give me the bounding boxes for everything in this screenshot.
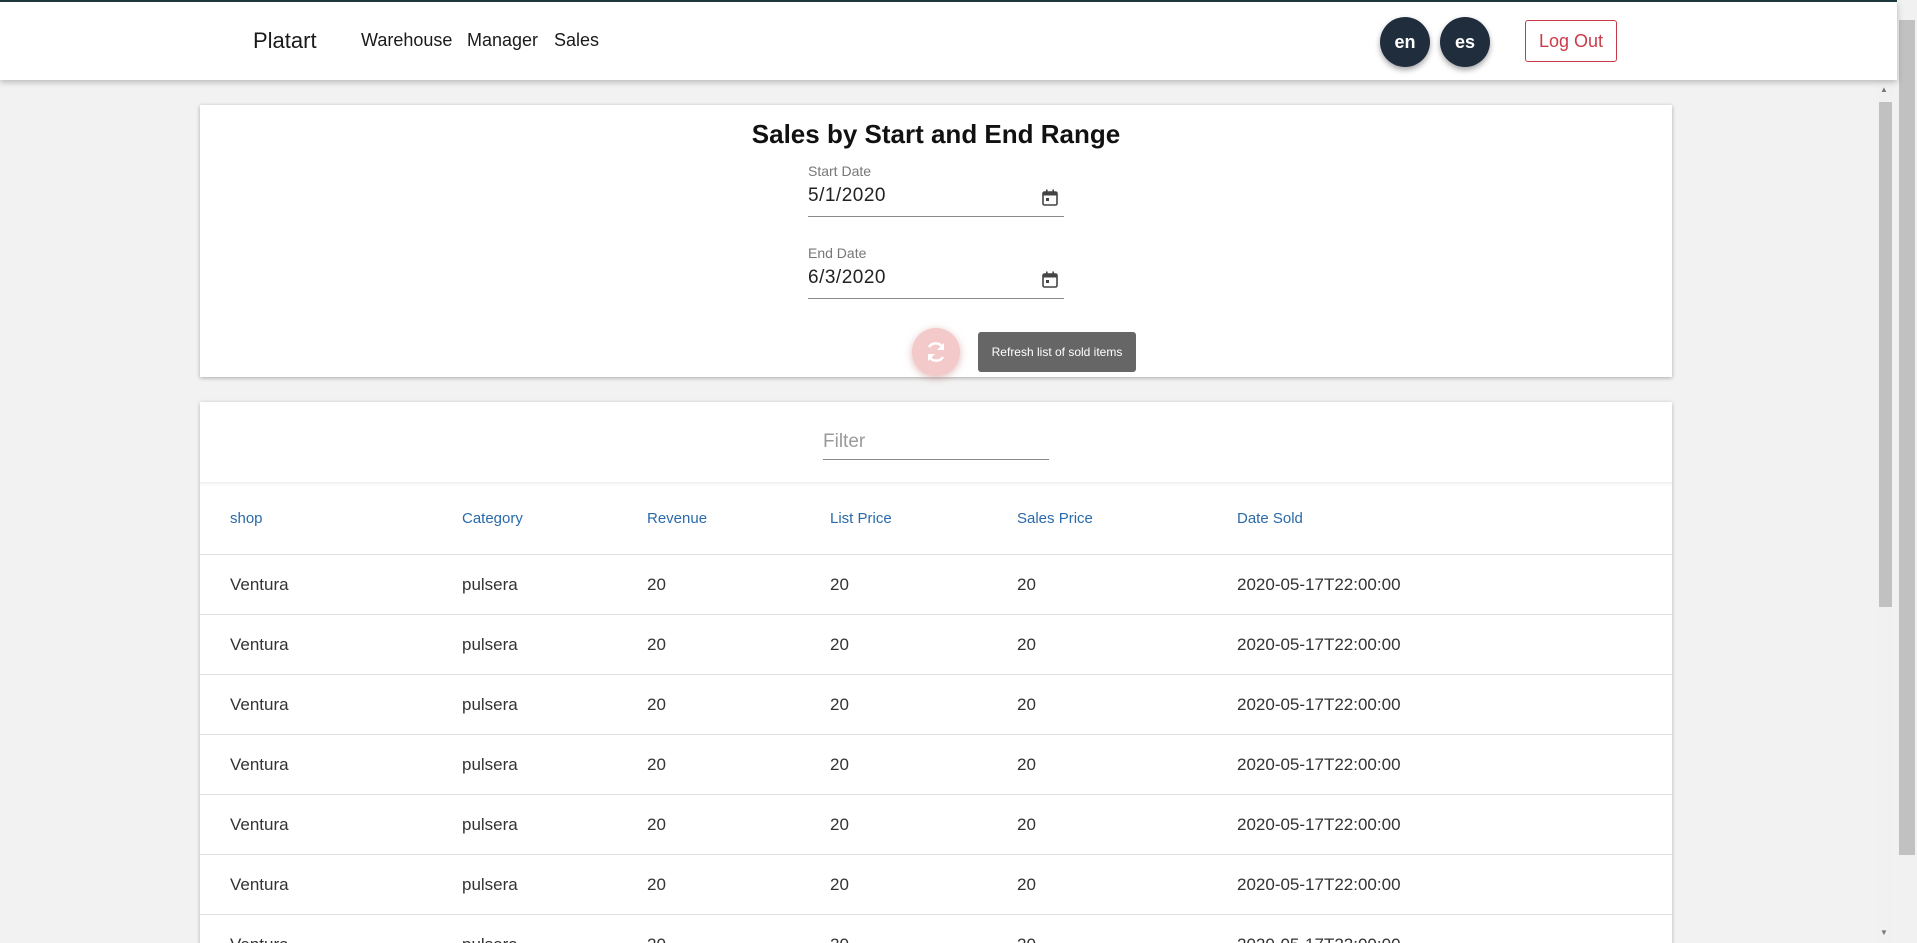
calendar-icon[interactable] — [1042, 189, 1058, 206]
cell-list-price: 20 — [830, 875, 849, 894]
end-date-label: End Date — [808, 245, 867, 261]
cell-shop: Ventura — [230, 815, 289, 834]
end-date-input[interactable]: 6/3/2020 — [808, 267, 1064, 299]
cell-list-price: 20 — [830, 635, 849, 654]
cell-sales-price: 20 — [1017, 815, 1036, 834]
table-row[interactable]: Ventura pulsera 20 20 20 2020-05-17T22:0… — [200, 914, 1672, 943]
table-row[interactable]: Ventura pulsera 20 20 20 2020-05-17T22:0… — [200, 674, 1672, 734]
filter-input[interactable] — [823, 424, 1049, 459]
table-row[interactable]: Ventura pulsera 20 20 20 2020-05-17T22:0… — [200, 854, 1672, 914]
column-header-list-price[interactable]: List Price — [830, 510, 892, 527]
cell-category: pulsera — [462, 815, 518, 834]
table-row[interactable]: Ventura pulsera 20 20 20 2020-05-17T22:0… — [200, 734, 1672, 794]
cell-list-price: 20 — [830, 695, 849, 714]
cell-list-price: 20 — [830, 815, 849, 834]
cell-shop: Ventura — [230, 635, 289, 654]
calendar-icon[interactable] — [1042, 271, 1058, 288]
start-date-field: Start Date 5/1/2020 — [808, 163, 1064, 217]
cell-revenue: 20 — [647, 695, 666, 714]
cell-date-sold: 2020-05-17T22:00:00 — [1237, 635, 1401, 654]
cell-list-price: 20 — [830, 755, 849, 774]
cell-date-sold: 2020-05-17T22:00:00 — [1237, 875, 1401, 894]
column-header-date-sold[interactable]: Date Sold — [1237, 510, 1303, 527]
cell-shop: Ventura — [230, 875, 289, 894]
cell-category: pulsera — [462, 575, 518, 594]
cell-revenue: 20 — [647, 575, 666, 594]
table-row[interactable]: Ventura pulsera 20 20 20 2020-05-17T22:0… — [200, 794, 1672, 854]
cell-date-sold: 2020-05-17T22:00:00 — [1237, 815, 1401, 834]
cell-shop: Ventura — [230, 755, 289, 774]
cell-date-sold: 2020-05-17T22:00:00 — [1237, 575, 1401, 594]
refresh-icon — [927, 342, 945, 362]
brand-logo[interactable]: Platart — [253, 28, 317, 54]
cell-sales-price: 20 — [1017, 635, 1036, 654]
cell-sales-price: 20 — [1017, 575, 1036, 594]
navbar: Platart Warehouse Manager Sales en es Lo… — [0, 2, 1897, 80]
nav-link-warehouse[interactable]: Warehouse — [361, 30, 452, 51]
logout-button[interactable]: Log Out — [1525, 20, 1617, 62]
cell-date-sold: 2020-05-17T22:00:00 — [1237, 935, 1401, 943]
page-title: Sales by Start and End Range — [751, 119, 1121, 149]
cell-date-sold: 2020-05-17T22:00:00 — [1237, 695, 1401, 714]
cell-date-sold: 2020-05-17T22:00:00 — [1237, 755, 1401, 774]
cell-list-price: 20 — [830, 935, 849, 943]
nav-link-manager[interactable]: Manager — [467, 30, 538, 51]
lang-en-button[interactable]: en — [1380, 17, 1430, 67]
table-row[interactable]: Ventura pulsera 20 20 20 2020-05-17T22:0… — [200, 554, 1672, 614]
cell-category: pulsera — [462, 935, 518, 943]
content-scrollbar-thumb[interactable] — [1879, 102, 1892, 607]
scroll-up-arrow-icon[interactable]: ▲ — [1880, 85, 1888, 94]
cell-shop: Ventura — [230, 695, 289, 714]
end-date-field: End Date 6/3/2020 — [808, 245, 1064, 299]
column-header-category[interactable]: Category — [462, 510, 523, 527]
cell-shop: Ventura — [230, 935, 289, 943]
cell-revenue: 20 — [647, 875, 666, 894]
cell-sales-price: 20 — [1017, 695, 1036, 714]
cell-shop: Ventura — [230, 575, 289, 594]
refresh-button[interactable] — [912, 328, 960, 376]
table-divider — [200, 482, 1672, 486]
cell-list-price: 20 — [830, 575, 849, 594]
cell-category: pulsera — [462, 695, 518, 714]
sales-table-card: shop Category Revenue List Price Sales P… — [200, 402, 1672, 943]
scroll-down-arrow-icon[interactable]: ▼ — [1880, 928, 1888, 937]
cell-category: pulsera — [462, 635, 518, 654]
start-date-label: Start Date — [808, 163, 872, 179]
start-date-value: 5/1/2020 — [808, 185, 886, 206]
page-scrollbar-thumb[interactable] — [1899, 20, 1915, 855]
cell-revenue: 20 — [647, 935, 666, 943]
date-range-card: Sales by Start and End Range Start Date … — [200, 105, 1672, 377]
start-date-input[interactable]: 5/1/2020 — [808, 185, 1064, 217]
nav-link-sales[interactable]: Sales — [554, 30, 599, 51]
cell-sales-price: 20 — [1017, 935, 1036, 943]
cell-category: pulsera — [462, 875, 518, 894]
cell-category: pulsera — [462, 755, 518, 774]
column-header-shop[interactable]: shop — [230, 510, 263, 527]
column-header-revenue[interactable]: Revenue — [647, 510, 707, 527]
column-header-sales-price[interactable]: Sales Price — [1017, 510, 1093, 527]
end-date-value: 6/3/2020 — [808, 267, 886, 288]
cell-sales-price: 20 — [1017, 875, 1036, 894]
cell-revenue: 20 — [647, 635, 666, 654]
cell-sales-price: 20 — [1017, 755, 1036, 774]
refresh-tooltip: Refresh list of sold items — [978, 332, 1136, 372]
table-row[interactable]: Ventura pulsera 20 20 20 2020-05-17T22:0… — [200, 614, 1672, 674]
lang-es-button[interactable]: es — [1440, 17, 1490, 67]
filter-field — [823, 424, 1049, 460]
cell-revenue: 20 — [647, 755, 666, 774]
cell-revenue: 20 — [647, 815, 666, 834]
